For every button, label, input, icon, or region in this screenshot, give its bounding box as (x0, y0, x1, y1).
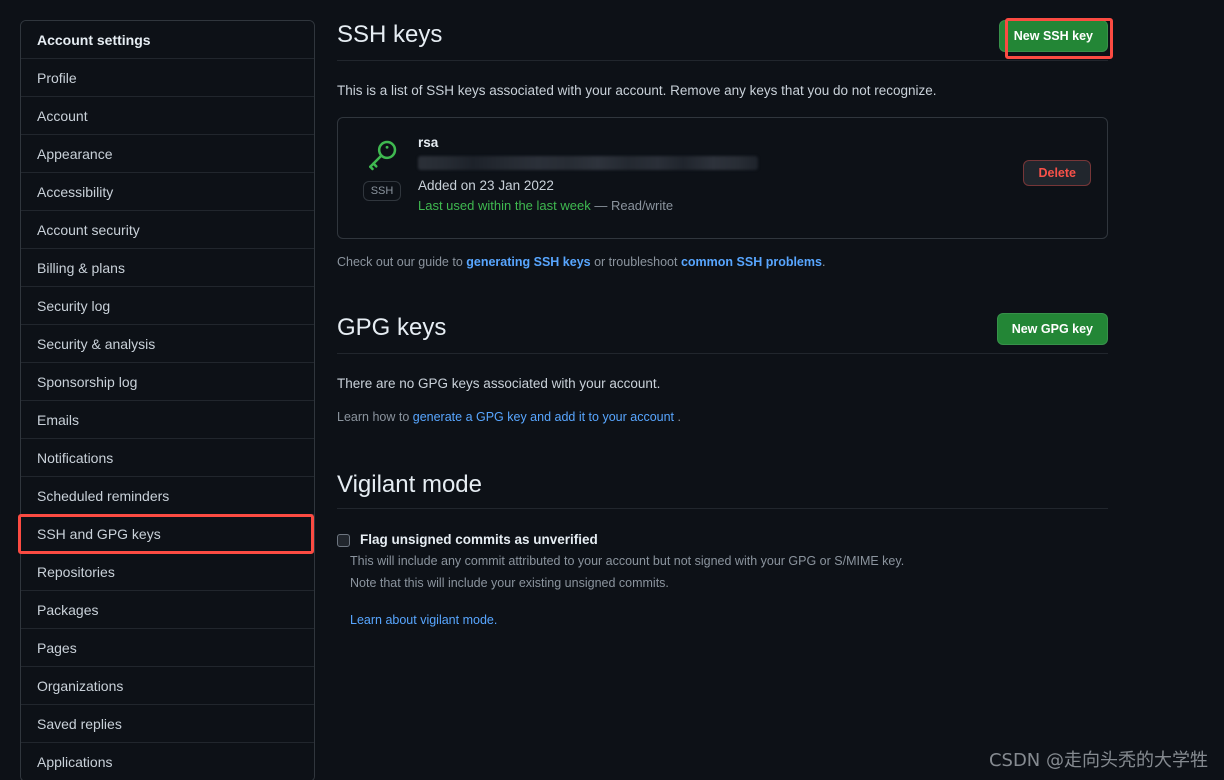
sidebar-item-label: Security & analysis (37, 335, 156, 352)
key-icon (363, 136, 401, 179)
sidebar-item-notifications[interactable]: Notifications (21, 439, 314, 477)
sidebar-item-pages[interactable]: Pages (21, 629, 314, 667)
sidebar-item-profile[interactable]: Profile (21, 59, 314, 97)
page-title: SSH keys (337, 21, 443, 48)
ssh-key-last-used: Last used within the last week — Read/wr… (418, 196, 1023, 216)
sidebar-item-ssh-and-gpg-keys[interactable]: SSH and GPG keys (21, 515, 314, 553)
sidebar-item-label: Emails (37, 411, 80, 428)
gpg-keys-section: GPG keys New GPG key There are no GPG ke… (337, 313, 1108, 426)
sidebar-item-security-and-analysis[interactable]: Security & analysis (21, 325, 314, 363)
flag-unsigned-commits-label[interactable]: Flag unsigned commits as unverified (360, 531, 598, 549)
sidebar-item-label: Repositories (37, 563, 115, 580)
sidebar-heading-label: Account settings (37, 31, 151, 48)
gpg-empty-message: There are no GPG keys associated with yo… (337, 376, 661, 391)
sidebar-item-label: Security log (37, 297, 111, 314)
sidebar-item-label: Accessibility (37, 183, 114, 200)
gpg-learn-prefix: Learn how to (337, 410, 413, 424)
sidebar-item-packages[interactable]: Packages (21, 591, 314, 629)
sidebar-item-label: Account (37, 107, 88, 124)
helper-middle: or troubleshoot (590, 255, 681, 269)
sidebar-item-label: Notifications (37, 449, 114, 466)
vigilant-mode-header: Vigilant mode (337, 470, 1108, 509)
sidebar-item-organizations[interactable]: Organizations (21, 667, 314, 705)
sidebar-item-label: Billing & plans (37, 259, 125, 276)
vigilant-checkbox-texts: Flag unsigned commits as unverified (350, 531, 598, 549)
ssh-helper-links: Check out our guide to generating SSH ke… (337, 253, 1108, 271)
learn-about-vigilant-mode-link[interactable]: Learn about vigilant mode. (350, 613, 497, 627)
sidebar-item-security-log[interactable]: Security log (21, 287, 314, 325)
new-ssh-key-button[interactable]: New SSH key (998, 20, 1108, 52)
vigilant-section-title: Vigilant mode (337, 471, 482, 498)
sidebar-item-label: Profile (37, 69, 77, 86)
ssh-key-icon-column: SSH (354, 134, 410, 201)
delete-ssh-key-button[interactable]: Delete (1023, 160, 1091, 186)
sidebar-item-account[interactable]: Account (21, 97, 314, 135)
ssh-key-title: rsa (418, 135, 439, 150)
ssh-key-fingerprint-redacted (418, 156, 758, 170)
vigilant-note-line-1: This will include any commit attributed … (350, 554, 905, 568)
vigilant-mode-section: Vigilant mode Flag unsigned commits as u… (337, 470, 1108, 629)
new-gpg-key-button[interactable]: New GPG key (996, 313, 1108, 345)
sidebar-item-label: Scheduled reminders (37, 487, 170, 504)
sidebar-item-label: Pages (37, 639, 77, 656)
gpg-section-title: GPG keys (337, 314, 447, 341)
gpg-keys-header: GPG keys New GPG key (337, 313, 1108, 354)
sidebar-heading-account-settings: Account settings (21, 21, 314, 59)
ssh-key-details: rsa Added on 23 Jan 2022 Last used withi… (410, 134, 1023, 216)
sidebar-item-label: Packages (37, 601, 99, 618)
gpg-learn-line: Learn how to generate a GPG key and add … (337, 408, 1108, 426)
ssh-keys-header: SSH keys New SSH key (337, 18, 1113, 61)
sidebar-item-sponsorship-log[interactable]: Sponsorship log (21, 363, 314, 401)
helper-prefix: Check out our guide to (337, 255, 467, 269)
sidebar-item-label: Organizations (37, 677, 124, 694)
sidebar-item-scheduled-reminders[interactable]: Scheduled reminders (21, 477, 314, 515)
vigilant-note-line-2: Note that this will include your existin… (350, 576, 669, 590)
sidebar-item-label: Applications (37, 754, 113, 770)
ssh-keys-description: This is a list of SSH keys associated wi… (337, 83, 937, 98)
settings-page: Account settings Profile Account Appeara… (0, 0, 1224, 780)
sidebar-item-label: SSH and GPG keys (37, 525, 161, 542)
ssh-key-added-date: Added on 23 Jan 2022 (418, 178, 554, 193)
generating-ssh-keys-link[interactable]: generating SSH keys (466, 255, 590, 269)
sidebar-item-label: Appearance (37, 145, 113, 162)
flag-unsigned-commits-checkbox[interactable] (337, 534, 350, 547)
sidebar-item-appearance[interactable]: Appearance (21, 135, 314, 173)
sidebar-item-applications[interactable]: Applications (21, 743, 314, 780)
sidebar-item-label: Account security (37, 221, 140, 238)
generate-gpg-key-link[interactable]: generate a GPG key and add it to your ac… (413, 410, 674, 424)
vigilant-checkbox-row: Flag unsigned commits as unverified (337, 531, 1108, 549)
settings-sidebar: Account settings Profile Account Appeara… (20, 20, 315, 780)
ssh-key-access-level: — Read/write (594, 198, 674, 213)
sidebar-item-accessibility[interactable]: Accessibility (21, 173, 314, 211)
vigilant-learn-line: Learn about vigilant mode. (337, 611, 1108, 629)
main-content: SSH keys New SSH key This is a list of S… (337, 18, 1113, 629)
helper-suffix: . (821, 255, 826, 269)
sidebar-item-label: Saved replies (37, 715, 122, 732)
common-ssh-problems-link[interactable]: common SSH problems (681, 255, 822, 269)
csdn-watermark: CSDN @走向头秃的大学牲 (988, 750, 1208, 771)
sidebar-item-billing-and-plans[interactable]: Billing & plans (21, 249, 314, 287)
ssh-key-card: SSH rsa Added on 23 Jan 2022 Last used w… (337, 117, 1108, 239)
sidebar-item-account-security[interactable]: Account security (21, 211, 314, 249)
sidebar-item-saved-replies[interactable]: Saved replies (21, 705, 314, 743)
ssh-key-last-used-text: Last used within the last week (418, 198, 591, 213)
sidebar-item-emails[interactable]: Emails (21, 401, 314, 439)
ssh-type-badge: SSH (362, 181, 402, 201)
sidebar-item-label: Sponsorship log (37, 373, 138, 390)
sidebar-item-repositories[interactable]: Repositories (21, 553, 314, 591)
gpg-learn-suffix: . (674, 410, 681, 424)
